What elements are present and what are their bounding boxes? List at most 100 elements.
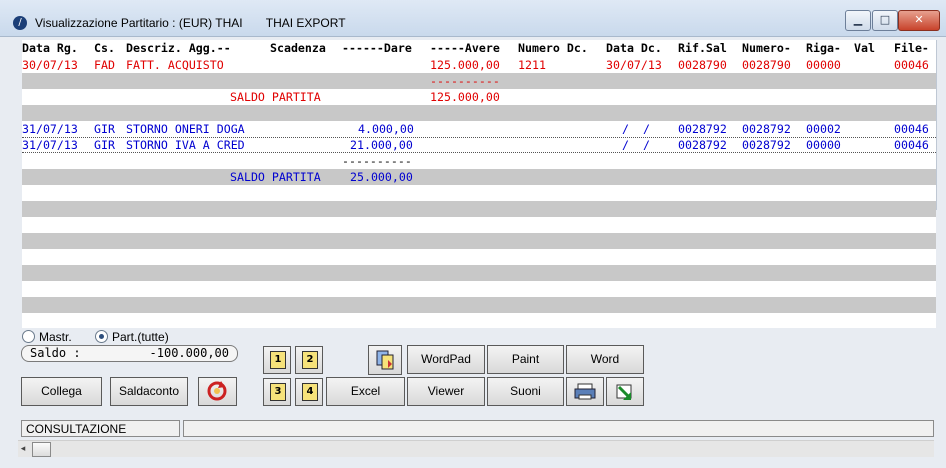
export-button[interactable] xyxy=(606,377,644,406)
ledger-grid[interactable]: Data Rg. Cs. Descriz. Agg.-- Scadenza --… xyxy=(22,40,936,328)
maximize-button[interactable]: □ xyxy=(872,10,898,31)
page-4-button[interactable]: 4 xyxy=(295,378,323,406)
col-scadenza[interactable]: Scadenza xyxy=(270,40,326,56)
table-row[interactable] xyxy=(22,201,936,217)
cell-data-dc: / / xyxy=(622,138,650,152)
table-row[interactable] xyxy=(22,313,936,328)
status-info xyxy=(183,420,934,437)
cell-rif-sal: 0028792 xyxy=(678,122,727,136)
table-row[interactable] xyxy=(22,265,936,281)
suoni-button[interactable]: Suoni xyxy=(487,377,564,406)
cell-dare-separator: ---------- xyxy=(342,154,412,168)
cell-file: 00046 xyxy=(894,138,929,152)
table-row-selected[interactable]: 31/07/13 GIR STORNO IVA A CRED 21.000,00… xyxy=(22,137,936,153)
app-window: / Visualizzazione Partitario : (EUR) THA… xyxy=(0,0,946,468)
scroll-thumb[interactable] xyxy=(32,442,51,457)
table-row[interactable] xyxy=(22,249,936,265)
status-mode: CONSULTAZIONE xyxy=(21,420,180,437)
radio-part[interactable]: Part.(tutte) xyxy=(95,330,169,344)
col-descriz[interactable]: Descriz. Agg.-- xyxy=(126,40,231,56)
col-avere[interactable]: -----Avere xyxy=(430,40,500,56)
cell-avere: 125.000,00 xyxy=(430,58,500,72)
copy-pages-icon xyxy=(376,350,394,370)
cell-file: 00046 xyxy=(894,58,929,72)
word-button[interactable]: Word xyxy=(566,345,644,374)
col-file[interactable]: File- xyxy=(894,40,929,56)
vertical-scrollbar[interactable] xyxy=(936,40,946,210)
table-row[interactable]: ---------- xyxy=(22,73,936,89)
col-dare[interactable]: ------Dare xyxy=(342,40,412,56)
page-icon: 4 xyxy=(302,383,318,401)
table-row[interactable]: 31/07/13 GIR STORNO ONERI DOGA 4.000,00 … xyxy=(22,121,936,137)
col-riga[interactable]: Riga- xyxy=(806,40,841,56)
table-row[interactable] xyxy=(22,281,936,297)
cell-descriz: STORNO ONERI DOGA xyxy=(126,122,245,136)
cell-cs: GIR xyxy=(94,138,115,152)
app-icon[interactable]: / xyxy=(13,16,27,30)
title-bar: / Visualizzazione Partitario : (EUR) THA… xyxy=(0,0,946,37)
window-title: Visualizzazione Partitario : (EUR) THAI … xyxy=(35,16,346,30)
cell-cs: FAD xyxy=(94,58,115,72)
col-rif-sal[interactable]: Rif.Sal xyxy=(678,40,727,56)
radio-checked-icon xyxy=(95,330,108,343)
table-row[interactable] xyxy=(22,217,936,233)
table-row[interactable]: SALDO PARTITA 25.000,00 xyxy=(22,169,936,185)
table-row[interactable] xyxy=(22,233,936,249)
cell-dare: 4.000,00 xyxy=(358,122,414,136)
col-numero[interactable]: Numero- xyxy=(742,40,791,56)
cell-data-rg: 30/07/13 xyxy=(22,58,78,72)
cell-riga: 00000 xyxy=(806,58,841,72)
minimize-button[interactable]: ▁ xyxy=(845,10,871,31)
col-cs[interactable]: Cs. xyxy=(94,40,115,56)
radio-mastr-label: Mastr. xyxy=(39,330,72,344)
cell-data-rg: 31/07/13 xyxy=(22,122,78,136)
table-row[interactable]: 30/07/13 FAD FATT. ACQUISTO 125.000,00 1… xyxy=(22,57,936,73)
cell-rif-sal: 0028792 xyxy=(678,138,727,152)
table-row[interactable]: ---------- xyxy=(22,153,936,169)
col-data-dc[interactable]: Data Dc. xyxy=(606,40,662,56)
paint-button[interactable]: Paint xyxy=(487,345,564,374)
print-button[interactable] xyxy=(566,377,604,406)
table-row[interactable]: SALDO PARTITA 125.000,00 xyxy=(22,89,936,105)
cell-numero: 0028792 xyxy=(742,138,791,152)
grid-header: Data Rg. Cs. Descriz. Agg.-- Scadenza --… xyxy=(22,40,936,56)
wordpad-button[interactable]: WordPad xyxy=(407,345,485,374)
page-1-button[interactable]: 1 xyxy=(263,346,291,374)
cell-saldo-label: SALDO PARTITA xyxy=(230,170,321,184)
print-icon xyxy=(574,383,596,400)
cell-dare: 25.000,00 xyxy=(350,170,413,184)
cell-numero: 0028790 xyxy=(742,58,791,72)
cell-descriz: STORNO IVA A CRED xyxy=(126,138,245,152)
export-arrow-icon xyxy=(616,384,632,400)
cell-riga: 00002 xyxy=(806,122,841,136)
cell-rif-sal: 0028790 xyxy=(678,58,727,72)
refresh-button[interactable] xyxy=(198,377,237,406)
radio-circle-icon xyxy=(22,330,35,343)
page-2-button[interactable]: 2 xyxy=(295,346,323,374)
cell-saldo-label: SALDO PARTITA xyxy=(230,90,321,104)
saldaconto-button[interactable]: Saldaconto xyxy=(110,377,188,406)
cell-data-dc: / / xyxy=(622,122,650,136)
close-button[interactable]: ✕ xyxy=(898,10,940,31)
saldo-value: -100.000,00 xyxy=(149,346,229,360)
refresh-icon xyxy=(207,381,227,401)
col-val[interactable]: Val xyxy=(854,40,875,56)
radio-mastr[interactable]: Mastr. xyxy=(22,330,72,344)
cell-file: 00046 xyxy=(894,122,929,136)
col-numero-dc[interactable]: Numero Dc. xyxy=(518,40,588,56)
collega-button[interactable]: Collega xyxy=(21,377,102,406)
viewer-button[interactable]: Viewer xyxy=(407,377,485,406)
page-icon: 1 xyxy=(270,351,286,369)
table-row[interactable] xyxy=(22,297,936,313)
excel-button[interactable]: Excel xyxy=(326,377,405,406)
table-row[interactable] xyxy=(22,185,936,201)
copy-pages-button[interactable] xyxy=(368,345,402,375)
col-data-rg[interactable]: Data Rg. xyxy=(22,40,78,56)
radio-part-label: Part.(tutte) xyxy=(112,330,169,344)
page-icon: 2 xyxy=(302,351,318,369)
scroll-left-icon[interactable]: ◂ xyxy=(18,443,28,455)
cell-data-dc: 30/07/13 xyxy=(606,58,662,72)
horizontal-scrollbar[interactable]: ◂ xyxy=(18,440,934,457)
page-3-button[interactable]: 3 xyxy=(263,378,291,406)
table-row[interactable] xyxy=(22,105,936,121)
